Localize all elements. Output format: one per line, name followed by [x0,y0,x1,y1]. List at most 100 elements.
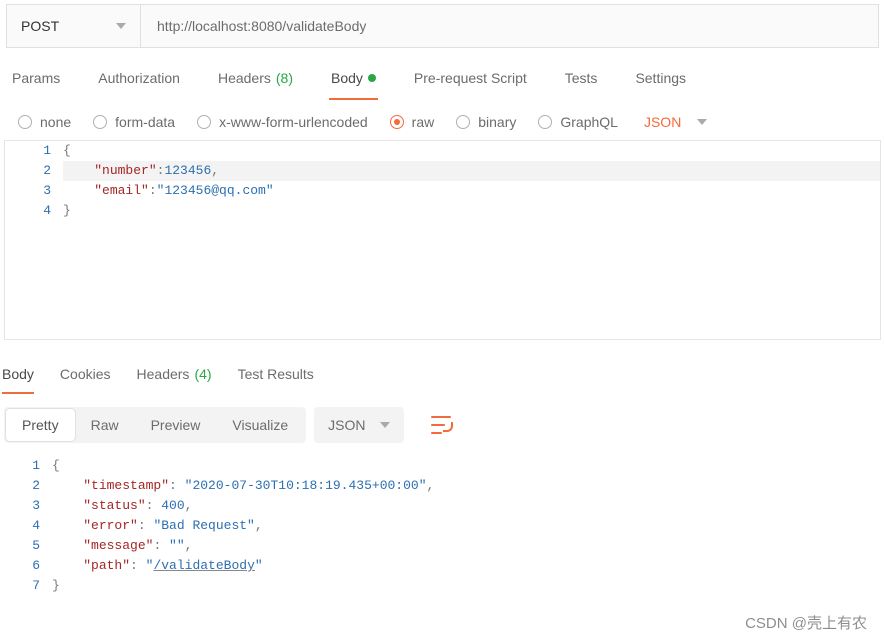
http-method-select[interactable]: POST [7,5,141,47]
wrap-lines-button[interactable] [422,406,460,444]
code-token: "email" [94,183,149,198]
resp-tab-test-results[interactable]: Test Results [238,366,314,394]
radio-none-label: none [40,114,71,130]
resp-tab-cookies-label: Cookies [60,366,111,382]
wrap-lines-icon [431,416,451,434]
code-token: , [255,518,263,533]
response-format-value: JSON [328,417,365,433]
code-token [52,558,83,573]
tab-authorization[interactable]: Authorization [96,70,182,100]
radio-icon [197,115,211,129]
resp-tab-body[interactable]: Body [2,366,34,394]
code-token: "number" [94,163,156,178]
editor-content: { "timestamp": "2020-07-30T10:18:19.435+… [52,456,885,596]
radio-binary-label: binary [478,114,516,130]
response-view-segment: Pretty Raw Preview Visualize [4,407,306,443]
code-token: , [185,498,193,513]
line-number: 2 [5,161,51,181]
chevron-down-icon [116,23,126,29]
code-token: : [169,478,185,493]
http-method-value: POST [21,18,59,34]
resp-tab-cookies[interactable]: Cookies [60,366,111,394]
chevron-down-icon [380,422,390,428]
code-token: { [52,458,60,473]
view-pretty-button[interactable]: Pretty [6,409,75,441]
url-input[interactable] [141,5,878,47]
code-token: , [185,538,193,553]
dot-indicator-icon [368,74,376,82]
code-token: : [130,558,146,573]
code-token: } [63,203,71,218]
tab-body[interactable]: Body [329,70,378,100]
code-token: "" [169,538,185,553]
code-token [52,518,83,533]
radio-icon [538,115,552,129]
line-number: 1 [5,141,51,161]
tab-settings[interactable]: Settings [633,70,688,100]
tab-headers[interactable]: Headers (8) [216,70,295,100]
radio-none[interactable]: none [18,114,71,130]
tab-settings-label: Settings [635,70,686,86]
tab-params[interactable]: Params [10,70,62,100]
code-token [63,163,94,178]
view-raw-button[interactable]: Raw [75,409,135,441]
tab-body-label: Body [331,70,363,86]
request-body-editor[interactable]: 1 2 3 4 { "number":123456, "email":"1234… [4,140,881,340]
code-token: : [138,518,154,533]
response-toolbar: Pretty Raw Preview Visualize JSON [0,394,885,456]
line-number: 5 [0,536,40,556]
editor-gutter: 1 2 3 4 5 6 7 [0,456,52,596]
radio-icon [18,115,32,129]
code-token [52,498,83,513]
radio-icon [390,115,404,129]
editor-content[interactable]: { "number":123456, "email":"123456@qq.co… [63,141,880,221]
code-token [52,478,83,493]
line-number: 4 [0,516,40,536]
tab-prerequest-label: Pre-request Script [414,70,527,86]
code-token: "2020-07-30T10:18:19.435+00:00" [185,478,427,493]
response-format-select[interactable]: JSON [314,407,403,443]
radio-raw[interactable]: raw [390,114,435,130]
code-token: "path" [83,558,130,573]
tab-authorization-label: Authorization [98,70,180,86]
response-tabs: Body Cookies Headers (4) Test Results [0,340,885,394]
code-token: { [63,143,71,158]
code-token: "status" [83,498,145,513]
code-token: : [153,538,169,553]
resp-tab-test-results-label: Test Results [238,366,314,382]
tab-params-label: Params [12,70,60,86]
watermark-text: CSDN @壳上有农 [745,612,867,633]
resp-tab-headers-label: Headers [137,366,190,382]
tab-prerequest[interactable]: Pre-request Script [412,70,529,100]
code-token: } [52,578,60,593]
radio-graphql[interactable]: GraphQL [538,114,618,130]
radio-form-data[interactable]: form-data [93,114,175,130]
code-token: "123456@qq.com" [157,183,274,198]
body-language-select[interactable]: JSON [644,114,707,130]
line-number: 7 [0,576,40,596]
code-token [52,538,83,553]
code-token: : [146,498,162,513]
code-token: 400 [161,498,184,513]
request-tabs: Params Authorization Headers (8) Body Pr… [0,48,885,100]
response-body-viewer[interactable]: 1 2 3 4 5 6 7 { "timestamp": "2020-07-30… [0,456,885,596]
line-number: 3 [5,181,51,201]
code-token: /validateBody [153,558,254,573]
resp-tab-headers-count: (4) [194,366,211,382]
radio-xwww[interactable]: x-www-form-urlencoded [197,114,368,130]
view-preview-button[interactable]: Preview [135,409,217,441]
resp-tab-headers[interactable]: Headers (4) [137,366,212,394]
code-token: "error" [83,518,138,533]
view-visualize-button[interactable]: Visualize [216,409,304,441]
line-number: 4 [5,201,51,221]
line-number: 3 [0,496,40,516]
body-language-value: JSON [644,114,681,130]
radio-icon [93,115,107,129]
radio-form-data-label: form-data [115,114,175,130]
code-token: 123456 [164,163,211,178]
code-token: , [427,478,435,493]
tab-headers-count: (8) [276,70,293,86]
radio-graphql-label: GraphQL [560,114,618,130]
tab-tests[interactable]: Tests [563,70,600,100]
radio-binary[interactable]: binary [456,114,516,130]
